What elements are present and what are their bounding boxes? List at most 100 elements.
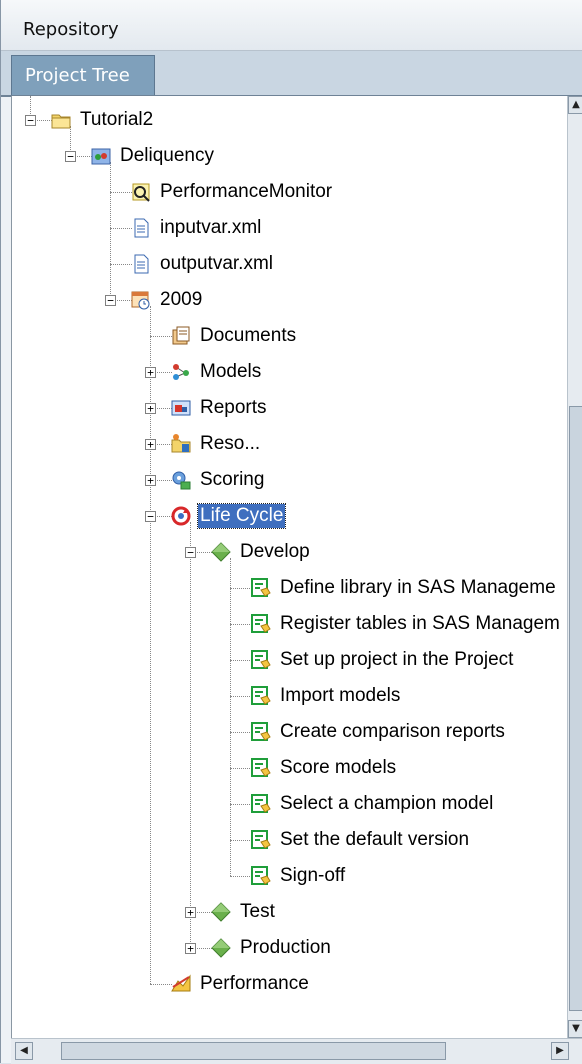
tree-node-label: Models — [200, 361, 262, 382]
document-icon — [130, 217, 152, 239]
tree-node[interactable]: Test — [210, 894, 277, 930]
collapse-toggle[interactable]: − — [65, 151, 76, 162]
tree-node-label: Set up project in the Project — [280, 649, 514, 670]
tree-node-label: Create comparison reports — [280, 721, 505, 742]
task-icon — [250, 577, 272, 599]
documents-icon — [170, 325, 192, 347]
task-icon — [250, 757, 272, 779]
scoring-icon — [170, 469, 192, 491]
tree-node[interactable]: Select a champion model — [250, 786, 495, 822]
tree-node[interactable]: Life Cycle — [170, 498, 287, 534]
project-tree[interactable]: − Tutorial2 − Deliquency PerformanceMonitor i… — [11, 96, 568, 1038]
scroll-right-button[interactable]: ▶ — [551, 1042, 569, 1060]
performance-icon — [170, 973, 192, 995]
scroll-left-button[interactable]: ◀ — [15, 1042, 33, 1060]
tree-node[interactable]: Set up project in the Project — [250, 642, 515, 678]
tree-node[interactable]: Define library in SAS Manageme — [250, 570, 558, 606]
tree-connector-line — [230, 768, 231, 804]
tree-node[interactable]: 2009 — [130, 282, 204, 318]
vertical-scrollbar[interactable]: ▲ ▼ — [567, 96, 582, 1038]
tree-connector-line — [190, 552, 191, 912]
collapse-toggle[interactable]: − — [185, 547, 196, 558]
tree-connector-line — [230, 804, 231, 840]
tree-connector-line — [230, 732, 231, 768]
tree-node[interactable]: Tutorial2 — [50, 102, 155, 138]
tree-node[interactable]: Performance — [170, 966, 311, 1002]
task-icon — [250, 793, 272, 815]
tree-node[interactable]: Production — [210, 930, 333, 966]
tree-node[interactable]: Register tables in SAS Managem — [250, 606, 562, 642]
tree-connector-line — [230, 624, 252, 625]
tree-connector-line — [150, 336, 172, 337]
tree-node-label: Register tables in SAS Managem — [280, 613, 560, 634]
collapse-toggle[interactable]: − — [145, 511, 156, 522]
tree-node[interactable]: Models — [170, 354, 263, 390]
tree-node[interactable]: Sign-off — [250, 858, 347, 894]
tree-node[interactable]: Create comparison reports — [250, 714, 507, 750]
expand-toggle[interactable]: + — [145, 439, 156, 450]
tree-node[interactable]: Develop — [210, 534, 312, 570]
tree-node-label: Documents — [200, 325, 297, 346]
life-cycle-icon — [170, 505, 192, 527]
milestone-icon — [210, 901, 232, 923]
tree-connector-line — [230, 696, 252, 697]
tree-connector-line — [230, 804, 252, 805]
panel-header: Repository — [1, 0, 582, 51]
tree-connector-line — [230, 660, 231, 696]
tree-node[interactable]: PerformanceMonitor — [130, 174, 334, 210]
tree-connector-line — [230, 588, 252, 589]
horizontal-scroll-thumb[interactable] — [61, 1042, 446, 1060]
tree-node[interactable]: Score models — [250, 750, 398, 786]
reports-icon — [170, 397, 192, 419]
tree-connector-line — [110, 264, 132, 265]
expand-toggle[interactable]: + — [185, 907, 196, 918]
tree-connector-line — [230, 624, 231, 660]
tree-connector-line — [230, 696, 231, 732]
tree-node-label: Reports — [200, 397, 267, 418]
tree-node[interactable]: Deliquency — [90, 138, 216, 174]
tree-node[interactable]: Import models — [250, 678, 402, 714]
project-icon — [90, 145, 112, 167]
tree-node-label: Score models — [280, 757, 397, 778]
expand-toggle[interactable]: + — [145, 403, 156, 414]
tree-node-label: outputvar.xml — [160, 253, 273, 274]
expand-toggle[interactable]: + — [185, 943, 196, 954]
tree-node[interactable]: outputvar.xml — [130, 246, 275, 282]
tree-connector-line — [230, 768, 252, 769]
tree-connector-line — [110, 192, 111, 228]
expand-toggle[interactable]: + — [145, 367, 156, 378]
tree-connector-line — [230, 840, 231, 876]
resources-icon — [170, 433, 192, 455]
performance-monitor-icon — [130, 181, 152, 203]
tree-node[interactable]: Reports — [170, 390, 269, 426]
tree-node-label: Develop — [240, 541, 310, 562]
tree-connector-line — [150, 984, 172, 985]
task-icon — [250, 613, 272, 635]
collapse-toggle[interactable]: − — [105, 295, 116, 306]
document-icon — [130, 253, 152, 275]
expand-toggle[interactable]: + — [145, 475, 156, 486]
tree-node[interactable]: Documents — [170, 318, 298, 354]
collapse-toggle[interactable]: − — [25, 115, 36, 126]
tree-node-label: Import models — [280, 685, 401, 706]
task-icon — [250, 685, 272, 707]
scroll-up-button[interactable]: ▲ — [568, 96, 582, 114]
tree-connector-line — [230, 660, 252, 661]
tree-node-label: Production — [240, 937, 331, 958]
tree-node-label: Tutorial2 — [80, 109, 154, 130]
tree-node[interactable]: inputvar.xml — [130, 210, 263, 246]
tree-node-label: Deliquency — [120, 145, 214, 166]
tree-node[interactable]: Set the default version — [250, 822, 471, 858]
tree-connector-line — [230, 732, 252, 733]
tab-label: Project Tree — [25, 65, 130, 86]
tree-node[interactable]: Scoring — [170, 462, 266, 498]
scroll-down-button[interactable]: ▼ — [568, 1020, 582, 1038]
tree-node[interactable]: Reso... — [170, 426, 262, 462]
tree-connector-line — [230, 840, 252, 841]
tree-node-label: Performance — [200, 973, 309, 994]
vertical-scroll-thumb[interactable] — [569, 406, 582, 1011]
horizontal-scrollbar[interactable]: ◀ ▶ — [11, 1038, 582, 1064]
task-icon — [250, 829, 272, 851]
folder-icon — [50, 109, 72, 131]
tab-project-tree[interactable]: Project Tree — [11, 55, 155, 95]
